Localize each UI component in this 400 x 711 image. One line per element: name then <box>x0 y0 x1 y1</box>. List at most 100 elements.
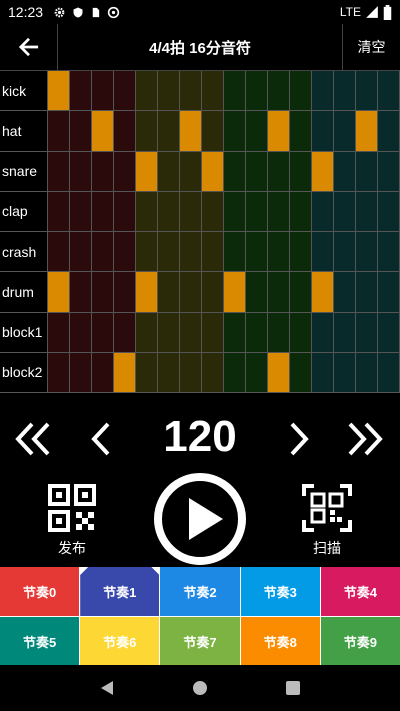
step-cell[interactable] <box>224 352 246 392</box>
scan-button[interactable]: 扫描 <box>302 484 352 558</box>
step-cell[interactable] <box>312 352 334 392</box>
step-cell[interactable] <box>378 151 400 191</box>
step-cell[interactable] <box>246 312 268 352</box>
step-cell[interactable] <box>378 312 400 352</box>
step-cell[interactable] <box>48 232 70 272</box>
step-cell[interactable] <box>48 191 70 231</box>
step-cell[interactable] <box>92 272 114 312</box>
step-cell[interactable] <box>180 352 202 392</box>
step-cell[interactable] <box>202 191 224 231</box>
step-cell[interactable] <box>158 151 180 191</box>
nav-home-icon[interactable] <box>192 680 208 696</box>
step-cell[interactable] <box>334 232 356 272</box>
clear-button[interactable]: 清空 <box>342 24 400 70</box>
step-cell[interactable] <box>114 352 136 392</box>
step-cell[interactable] <box>356 272 378 312</box>
step-cell[interactable] <box>70 352 92 392</box>
step-cell[interactable] <box>158 232 180 272</box>
step-cell[interactable] <box>224 151 246 191</box>
step-cell[interactable] <box>70 191 92 231</box>
step-cell[interactable] <box>378 71 400 111</box>
step-cell[interactable] <box>70 232 92 272</box>
tempo-down-button[interactable] <box>88 420 112 458</box>
step-cell[interactable] <box>158 272 180 312</box>
step-cell[interactable] <box>290 232 312 272</box>
step-cell[interactable] <box>334 352 356 392</box>
step-cell[interactable] <box>114 71 136 111</box>
preset-button-9[interactable]: 节奏9 <box>320 617 400 666</box>
step-cell[interactable] <box>334 312 356 352</box>
step-cell[interactable] <box>202 312 224 352</box>
step-cell[interactable] <box>334 272 356 312</box>
step-cell[interactable] <box>136 111 158 151</box>
step-cell[interactable] <box>48 71 70 111</box>
step-cell[interactable] <box>356 352 378 392</box>
step-cell[interactable] <box>136 352 158 392</box>
step-cell[interactable] <box>312 111 334 151</box>
step-cell[interactable] <box>48 352 70 392</box>
step-cell[interactable] <box>70 272 92 312</box>
step-cell[interactable] <box>268 232 290 272</box>
back-button[interactable] <box>0 24 58 70</box>
step-cell[interactable] <box>136 71 158 111</box>
step-cell[interactable] <box>268 151 290 191</box>
step-cell[interactable] <box>356 191 378 231</box>
step-cell[interactable] <box>48 312 70 352</box>
step-cell[interactable] <box>180 111 202 151</box>
step-cell[interactable] <box>180 151 202 191</box>
preset-button-7[interactable]: 节奏7 <box>160 617 240 666</box>
preset-button-5[interactable]: 节奏5 <box>0 617 80 666</box>
step-cell[interactable] <box>224 232 246 272</box>
step-cell[interactable] <box>202 352 224 392</box>
step-cell[interactable] <box>158 191 180 231</box>
step-cell[interactable] <box>202 232 224 272</box>
step-cell[interactable] <box>180 71 202 111</box>
step-cell[interactable] <box>356 312 378 352</box>
step-cell[interactable] <box>290 71 312 111</box>
preset-button-2[interactable]: 节奏2 <box>160 567 240 616</box>
step-cell[interactable] <box>312 191 334 231</box>
step-cell[interactable] <box>334 191 356 231</box>
step-cell[interactable] <box>48 272 70 312</box>
step-cell[interactable] <box>224 272 246 312</box>
publish-button[interactable]: 发布 <box>48 484 96 558</box>
step-cell[interactable] <box>268 352 290 392</box>
step-cell[interactable] <box>246 71 268 111</box>
step-cell[interactable] <box>378 191 400 231</box>
nav-recents-icon[interactable] <box>285 680 301 696</box>
step-cell[interactable] <box>180 191 202 231</box>
step-cell[interactable] <box>158 71 180 111</box>
step-cell[interactable] <box>92 111 114 151</box>
step-cell[interactable] <box>70 71 92 111</box>
step-cell[interactable] <box>246 232 268 272</box>
step-cell[interactable] <box>312 151 334 191</box>
step-cell[interactable] <box>334 151 356 191</box>
step-cell[interactable] <box>48 151 70 191</box>
step-cell[interactable] <box>378 111 400 151</box>
step-cell[interactable] <box>356 232 378 272</box>
preset-button-4[interactable]: 节奏4 <box>320 567 400 616</box>
step-cell[interactable] <box>224 191 246 231</box>
step-cell[interactable] <box>48 111 70 151</box>
step-cell[interactable] <box>136 191 158 231</box>
step-cell[interactable] <box>70 151 92 191</box>
step-cell[interactable] <box>290 151 312 191</box>
step-cell[interactable] <box>158 312 180 352</box>
tempo-up-button[interactable] <box>288 420 312 458</box>
step-cell[interactable] <box>246 151 268 191</box>
step-cell[interactable] <box>312 272 334 312</box>
step-cell[interactable] <box>114 232 136 272</box>
step-cell[interactable] <box>290 191 312 231</box>
step-cell[interactable] <box>268 71 290 111</box>
step-cell[interactable] <box>114 111 136 151</box>
preset-button-1[interactable]: 节奏1 <box>80 567 159 616</box>
rewind-fast-button[interactable] <box>14 420 52 458</box>
play-button[interactable] <box>153 472 247 566</box>
step-cell[interactable] <box>312 71 334 111</box>
step-cell[interactable] <box>268 191 290 231</box>
step-cell[interactable] <box>378 352 400 392</box>
step-cell[interactable] <box>92 312 114 352</box>
preset-button-0[interactable]: 节奏0 <box>0 567 80 616</box>
step-cell[interactable] <box>202 111 224 151</box>
step-cell[interactable] <box>114 272 136 312</box>
